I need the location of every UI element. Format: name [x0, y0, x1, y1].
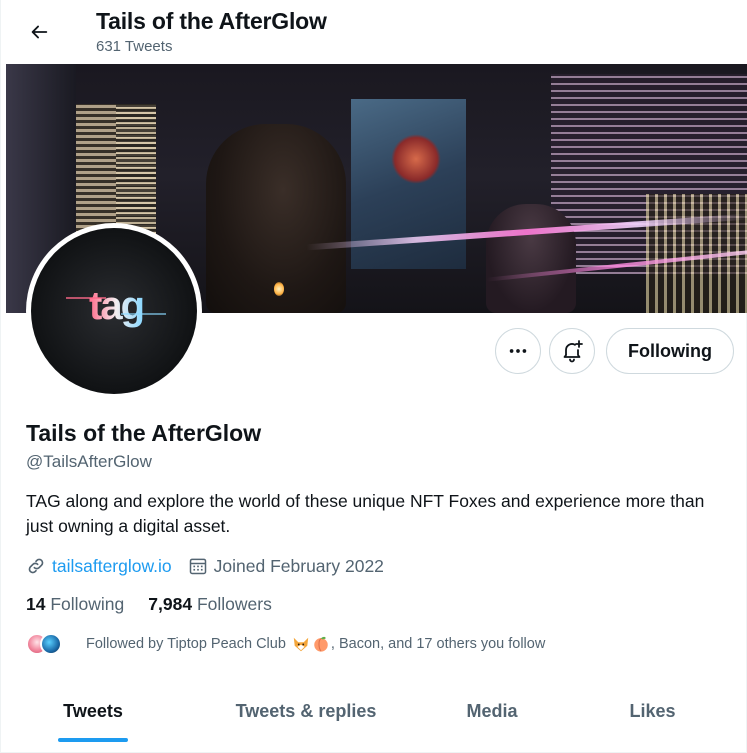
followed-by-link[interactable]: Followed by Tiptop Peach Club , Bacon, a… [26, 631, 545, 657]
followers-label: Followers [196, 594, 272, 614]
active-tab-indicator [58, 738, 128, 742]
calendar-icon [188, 556, 208, 576]
peach-emoji-icon [314, 636, 328, 652]
link-icon [26, 556, 46, 576]
fox-emoji-icon [293, 637, 309, 652]
joined-date: Joined February 2022 [213, 555, 384, 576]
mutual-avatars [26, 631, 74, 657]
emoji-group [291, 635, 331, 653]
tab-label: Likes [629, 700, 676, 721]
back-button[interactable] [21, 14, 57, 50]
notifications-button[interactable] [549, 328, 595, 374]
arrow-left-icon [31, 25, 48, 39]
follow-stats: 14 Following 7,984 Followers [26, 594, 296, 615]
followers-count: 7,984 [148, 594, 193, 614]
following-label: Following [50, 594, 125, 614]
tab-media[interactable]: Media [427, 680, 557, 742]
profile-tabs: Tweets Tweets & replies Media Likes [1, 680, 747, 753]
profile-header: Tails of the AfterGlow 631 Tweets [1, 0, 747, 64]
followers-link[interactable]: 7,984 Followers [148, 594, 272, 615]
user-handle: @TailsAfterGlow [26, 452, 152, 471]
bell-plus-icon [563, 340, 583, 363]
tab-tweets-replies[interactable]: Tweets & replies [185, 680, 427, 742]
tab-label: Media [466, 700, 518, 721]
tweet-count: 631 Tweets [96, 38, 173, 55]
svg-text:tag: tag [89, 284, 143, 328]
profile-avatar[interactable]: tag [26, 223, 202, 399]
more-button[interactable] [495, 328, 541, 374]
header-title: Tails of the AfterGlow [96, 8, 327, 34]
more-horizontal-icon [509, 349, 527, 353]
followed-by-suffix: , Bacon, and 17 others you follow [330, 636, 546, 652]
profile-meta: tailsafterglow.io Joined February 2022 [26, 553, 400, 579]
profile-page: Tails of the AfterGlow 631 Tweets tag Fo… [0, 0, 747, 753]
following-button[interactable]: Following [606, 328, 734, 374]
tab-likes[interactable]: Likes [557, 680, 747, 742]
tab-label: Tweets & replies [235, 700, 377, 721]
website-item: tailsafterglow.io [26, 556, 172, 577]
profile-bio: TAG along and explore the world of these… [26, 491, 705, 536]
display-name: Tails of the AfterGlow [26, 420, 262, 446]
following-count: 14 [26, 594, 46, 614]
followed-by-prefix: Followed by Tiptop Peach Club [86, 636, 286, 652]
tab-tweets[interactable]: Tweets [1, 680, 185, 742]
tag-logo: tag [66, 284, 166, 328]
tab-label: Tweets [63, 700, 123, 721]
following-link[interactable]: 14 Following [26, 594, 124, 615]
joined-item: Joined February 2022 [188, 556, 384, 577]
website-link[interactable]: tailsafterglow.io [52, 556, 172, 577]
mutual-avatar [40, 633, 62, 655]
